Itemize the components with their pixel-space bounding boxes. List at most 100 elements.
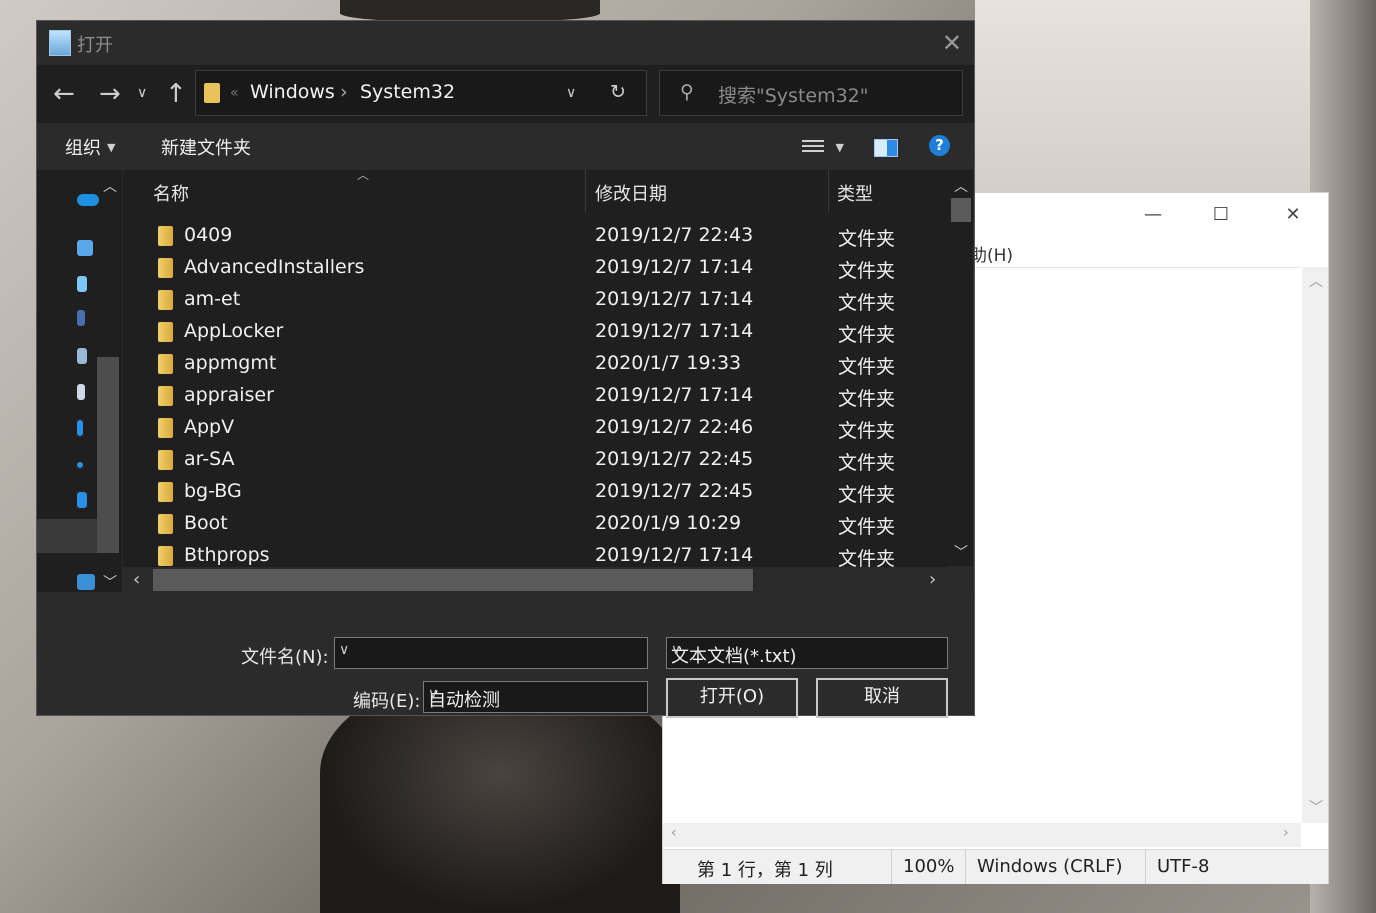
file-name[interactable]: appmgmt — [184, 352, 276, 374]
file-name[interactable]: Bthprops — [184, 544, 270, 566]
folder-icon — [204, 83, 220, 103]
column-name[interactable]: 名称 — [153, 180, 189, 206]
file-type: 文件夹 — [838, 260, 896, 282]
folder-icon — [158, 514, 173, 534]
chevron-down-icon[interactable]: ∨ — [428, 686, 639, 702]
file-name[interactable]: 0409 — [184, 224, 232, 246]
chevron-up-icon[interactable]: ︿ — [103, 176, 117, 196]
file-list-vertical-scrollbar[interactable]: ︿ ﹀ — [949, 170, 973, 566]
navpane-scrollbar[interactable] — [97, 357, 119, 553]
minimize-button[interactable]: — — [1129, 199, 1177, 231]
scrollbar-thumb[interactable] — [951, 198, 971, 222]
desktop-icon[interactable] — [77, 492, 87, 508]
address-bar[interactable]: « Windows › System32 ∨ ↻ — [195, 70, 647, 116]
recent-locations-icon[interactable]: ∨ — [137, 85, 147, 101]
chevron-down-icon[interactable]: ∨ — [339, 642, 639, 658]
cancel-button[interactable]: 取消 — [816, 678, 948, 718]
navpane-selected-item[interactable] — [37, 519, 97, 553]
column-header: 名称 ︿ 修改日期 类型 — [123, 168, 949, 212]
column-modified[interactable]: 修改日期 — [595, 180, 667, 206]
chevron-left-icon[interactable]: ‹ — [133, 569, 140, 590]
chevron-down-icon[interactable]: ﹀ — [954, 542, 968, 562]
breadcrumb-overflow[interactable]: « — [230, 85, 239, 101]
table-row[interactable]: AppLocker 2019/12/7 17:14 文件夹 — [123, 316, 949, 348]
3d-objects-icon[interactable] — [77, 276, 87, 292]
chevron-left-icon[interactable]: ‹ — [671, 825, 677, 841]
file-type: 文件夹 — [838, 516, 896, 538]
file-name[interactable]: AdvancedInstallers — [184, 256, 364, 278]
file-type: 文件夹 — [838, 452, 896, 474]
back-arrow-icon[interactable]: ← — [53, 79, 75, 109]
encoding-select[interactable]: 自动检测 ∨ — [423, 681, 648, 713]
chevron-up-icon[interactable]: ︿ — [1309, 271, 1323, 291]
onedrive-icon[interactable] — [77, 194, 99, 206]
breadcrumb-windows[interactable]: Windows — [250, 81, 335, 103]
music-icon[interactable] — [77, 462, 83, 468]
background-statue-top — [340, 0, 600, 22]
chevron-right-icon[interactable]: › — [929, 569, 936, 590]
refresh-icon[interactable]: ↻ — [610, 81, 626, 103]
close-icon[interactable]: ✕ — [942, 29, 962, 57]
table-row[interactable]: ar-SA 2019/12/7 22:45 文件夹 — [123, 444, 949, 476]
videos-icon[interactable] — [77, 310, 85, 326]
table-row[interactable]: appmgmt 2020/1/7 19:33 文件夹 — [123, 348, 949, 380]
file-name[interactable]: AppV — [184, 416, 234, 438]
help-icon[interactable]: ? — [929, 135, 950, 156]
downloads-icon[interactable] — [77, 420, 83, 436]
forward-arrow-icon[interactable]: → — [99, 79, 121, 109]
table-row[interactable]: AppV 2019/12/7 22:46 文件夹 — [123, 412, 949, 444]
documents-icon[interactable] — [77, 384, 85, 400]
file-modified-date: 2019/12/7 17:14 — [595, 256, 754, 278]
chevron-down-icon[interactable]: ▼ — [107, 141, 115, 154]
table-row[interactable]: Boot 2020/1/9 10:29 文件夹 — [123, 508, 949, 540]
dialog-titlebar: 打开 ✕ — [37, 21, 974, 65]
preview-pane-icon[interactable] — [874, 139, 898, 157]
table-row[interactable]: bg-BG 2019/12/7 22:45 文件夹 — [123, 476, 949, 508]
background-wall — [975, 0, 1315, 200]
view-options-icon[interactable] — [802, 137, 824, 155]
table-row[interactable]: AdvancedInstallers 2019/12/7 17:14 文件夹 — [123, 252, 949, 284]
file-name[interactable]: AppLocker — [184, 320, 283, 342]
file-name[interactable]: appraiser — [184, 384, 274, 406]
file-name[interactable]: ar-SA — [184, 448, 235, 470]
file-list-horizontal-scrollbar[interactable]: ‹ › — [123, 567, 973, 593]
chevron-up-icon[interactable]: ︿ — [954, 176, 968, 196]
file-type: 文件夹 — [838, 356, 896, 378]
scrollbar-thumb[interactable] — [153, 569, 753, 591]
notepad-vertical-scrollbar[interactable]: ︿ ﹀ — [1302, 267, 1328, 823]
new-folder-button[interactable]: 新建文件夹 — [161, 134, 251, 160]
file-modified-date: 2019/12/7 17:14 — [595, 320, 754, 342]
chevron-down-icon[interactable]: ∨ — [671, 642, 939, 658]
chevron-down-icon[interactable]: ∨ — [566, 85, 576, 101]
status-eol: Windows (CRLF) — [977, 856, 1123, 877]
chevron-right-icon[interactable]: › — [1283, 825, 1289, 841]
pictures-icon[interactable] — [77, 348, 87, 364]
close-button[interactable]: ✕ — [1269, 199, 1317, 231]
filename-input[interactable]: ∨ — [334, 637, 648, 669]
column-type[interactable]: 类型 — [837, 180, 873, 206]
file-name[interactable]: bg-BG — [184, 480, 242, 502]
file-type: 文件夹 — [838, 388, 896, 410]
file-type: 文件夹 — [838, 324, 896, 346]
up-arrow-icon[interactable]: ↑ — [165, 79, 187, 109]
notepad-statusbar: 第 1 行，第 1 列 100% Windows (CRLF) UTF-8 — [663, 849, 1328, 884]
search-input[interactable]: 搜索"System32" — [718, 81, 869, 108]
open-file-dialog: 打开 ✕ ← → ∨ ↑ « Windows › System32 ∨ ↻ ⚲ … — [36, 20, 975, 718]
chevron-down-icon[interactable]: ▼ — [836, 141, 844, 154]
file-name[interactable]: am-et — [184, 288, 240, 310]
this-pc-icon[interactable] — [77, 240, 93, 256]
file-name[interactable]: Boot — [184, 512, 228, 534]
organize-menu[interactable]: 组织 — [65, 134, 101, 160]
breadcrumb-system32[interactable]: System32 — [360, 81, 455, 103]
file-type-select[interactable]: 文本文档(*.txt) ∨ — [666, 637, 948, 669]
chevron-down-icon[interactable]: ﹀ — [103, 572, 117, 592]
table-row[interactable]: appraiser 2019/12/7 17:14 文件夹 — [123, 380, 949, 412]
network-icon[interactable] — [77, 574, 95, 590]
maximize-button[interactable]: ☐ — [1197, 199, 1245, 231]
open-button[interactable]: 打开(O) — [666, 678, 798, 718]
search-box[interactable]: ⚲ 搜索"System32" — [659, 70, 963, 116]
table-row[interactable]: 0409 2019/12/7 22:43 文件夹 — [123, 220, 949, 252]
table-row[interactable]: am-et 2019/12/7 17:14 文件夹 — [123, 284, 949, 316]
notepad-horizontal-scrollbar[interactable]: ‹ › — [663, 823, 1301, 847]
chevron-down-icon[interactable]: ﹀ — [1309, 797, 1323, 817]
